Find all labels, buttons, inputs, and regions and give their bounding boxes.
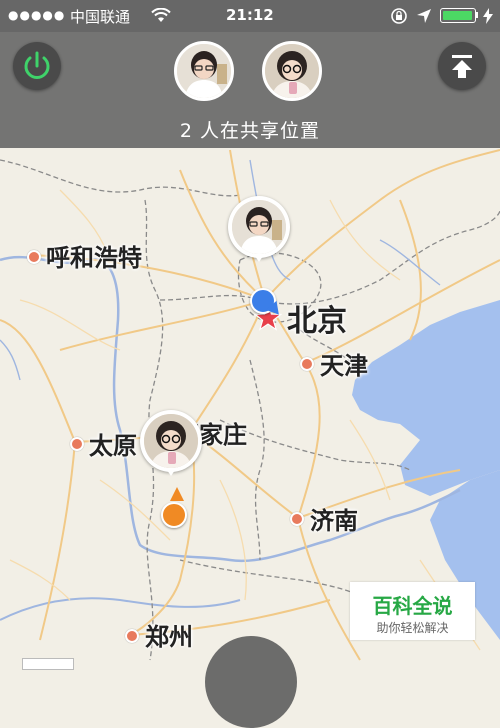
battery-tip <box>476 12 478 18</box>
wifi-icon <box>151 8 171 22</box>
watermark-title: 百科全说 <box>372 594 453 618</box>
battery-icon <box>440 8 476 23</box>
upload-to-top-icon <box>452 55 472 78</box>
user-pin-beijing[interactable] <box>228 196 290 266</box>
sharing-header: 2 人在共享位置 <box>0 32 500 148</box>
rotation-lock-icon <box>391 8 407 24</box>
power-button[interactable] <box>13 42 61 90</box>
city-label-tianjin[interactable]: 天津 <box>320 346 368 381</box>
avatar <box>144 414 198 468</box>
city-dot-jinan <box>290 512 304 526</box>
map-scale-box <box>22 658 74 670</box>
user-pin-taiyuan[interactable] <box>140 410 202 480</box>
locate-me-button[interactable] <box>205 636 297 728</box>
city-label-jinan[interactable]: 济南 <box>310 501 358 536</box>
watermark-subtitle: 助你轻松解决 <box>376 621 449 635</box>
sharing-count-label: 2 人在共享位置 <box>179 120 321 142</box>
avatar <box>232 200 286 254</box>
location-arrow-icon <box>417 9 431 23</box>
battery-level <box>442 10 472 20</box>
person-photo-icon <box>232 200 286 254</box>
location-heading-orange <box>170 487 184 501</box>
city-dot-zhengzhou <box>125 629 139 643</box>
clock: 21:12 <box>226 6 274 24</box>
person-photo-icon <box>177 44 231 98</box>
power-icon <box>24 51 50 79</box>
upload-button[interactable] <box>438 42 486 90</box>
person-photo-icon <box>265 44 319 98</box>
person-photo-icon <box>144 414 198 468</box>
carrier-name: 中国联通 <box>70 8 131 26</box>
baike-watermark: 百科全说 助你轻松解决 <box>350 582 475 640</box>
sharing-avatar-1[interactable] <box>174 41 234 101</box>
city-dot-taiyuan <box>70 437 84 451</box>
city-dot-tianjin <box>300 357 314 371</box>
city-label-taiyuan[interactable]: 太原 <box>89 426 137 461</box>
friend-location-marker-orange[interactable] <box>161 502 187 528</box>
charging-bolt-icon <box>483 8 493 24</box>
sharing-avatar-2[interactable] <box>262 41 322 101</box>
status-bar: ●●●●● 中国联通 21:12 <box>0 0 500 32</box>
city-dot-hohhot <box>27 250 41 264</box>
signal-strength: ●●●●● <box>8 8 66 22</box>
city-label-beijing[interactable]: 北京 <box>287 296 347 340</box>
city-label-zhengzhou[interactable]: 郑州 <box>145 617 193 652</box>
city-label-hohhot[interactable]: 呼和浩特 <box>46 238 142 273</box>
